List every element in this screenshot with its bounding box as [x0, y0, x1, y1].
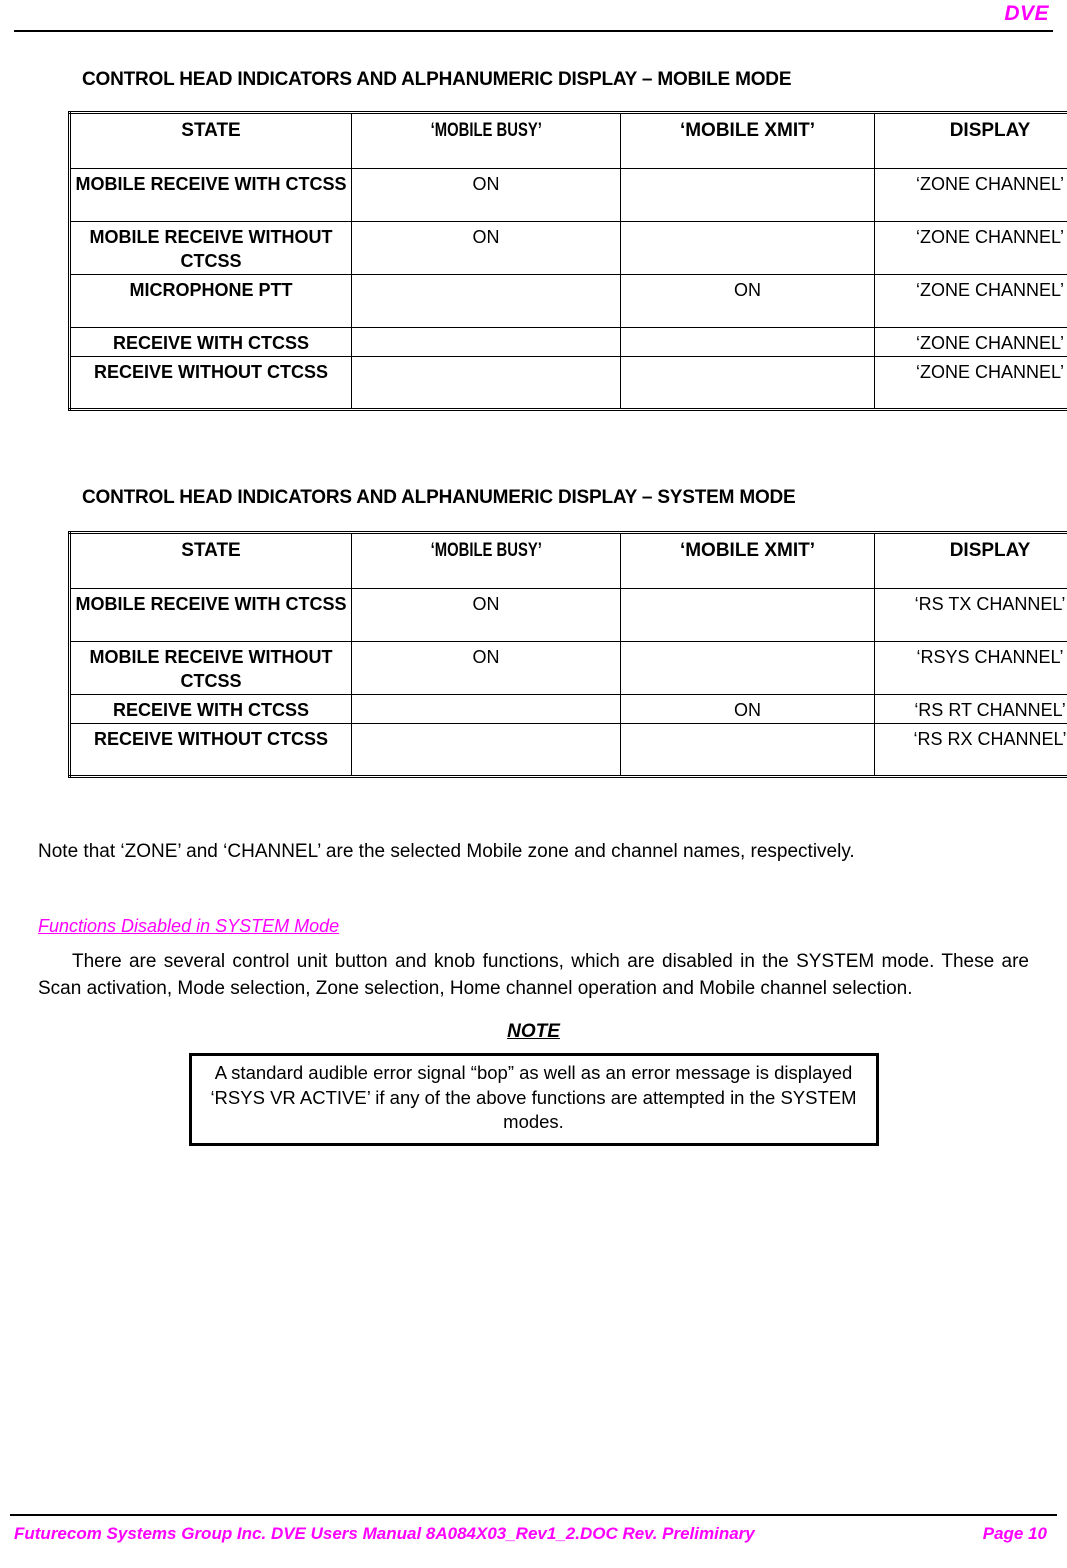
system-mode-table-wrapper: STATE ‘MOBILE BUSY’ ‘MOBILE XMIT’ DISPLA…: [68, 530, 1067, 778]
cell-display: ‘ZONE CHANNEL’: [874, 168, 1067, 222]
section-title-mobile-mode: CONTROL HEAD INDICATORS AND ALPHANUMERIC…: [82, 69, 792, 90]
cell-state: RECEIVE WITH CTCSS: [69, 693, 352, 724]
table-row: RECEIVE WITH CTCSS ON ‘RS RT CHANNEL’: [69, 693, 1067, 724]
cell-display: ‘RS TX CHANNEL’: [874, 587, 1067, 642]
cell-display: ‘ZONE CHANNEL’: [874, 221, 1067, 275]
cell-state: RECEIVE WITH CTCSS: [69, 327, 352, 357]
cell-mobile-busy: ON: [351, 221, 621, 275]
column-header-mobile-xmit: ‘MOBILE XMIT’: [620, 112, 875, 169]
cell-mobile-xmit: ON: [620, 274, 875, 328]
footer-text-row: Futurecom Systems Group Inc. DVE Users M…: [14, 1524, 1053, 1544]
header-brand-label: DVE: [1004, 2, 1049, 25]
cell-mobile-busy: [351, 355, 621, 410]
cell-display: ‘RS RT CHANNEL’: [874, 693, 1067, 724]
column-header-display: DISPLAY: [874, 112, 1067, 169]
table-header-row: STATE ‘MOBILE BUSY’ ‘MOBILE XMIT’ DISPLA…: [69, 531, 1067, 589]
column-header-state: STATE: [69, 112, 352, 169]
page-content: CONTROL HEAD INDICATORS AND ALPHANUMERIC…: [0, 40, 1067, 1146]
column-header-mobile-busy: ‘MOBILE BUSY’: [351, 531, 621, 589]
mobile-mode-table: STATE ‘MOBILE BUSY’ ‘MOBILE XMIT’ DISPLA…: [68, 111, 1067, 411]
note-callout-box: A standard audible error signal “bop” as…: [188, 1053, 879, 1146]
header-divider: [14, 30, 1053, 32]
cell-state: MICROPHONE PTT: [69, 274, 352, 328]
table-row: MICROPHONE PTT ON ‘ZONE CHANNEL’: [69, 274, 1067, 328]
cell-state: MOBILE RECEIVE WITHOUT CTCSS: [69, 640, 352, 695]
cell-state: RECEIVE WITHOUT CTCSS: [69, 355, 352, 410]
section-title-system-mode: CONTROL HEAD INDICATORS AND ALPHANUMERIC…: [82, 486, 796, 508]
cell-state: MOBILE RECEIVE WITH CTCSS: [69, 587, 352, 642]
table-row: MOBILE RECEIVE WITH CTCSS ON ‘RS TX CHAN…: [69, 587, 1067, 642]
column-header-state: STATE: [69, 531, 352, 589]
cell-state: RECEIVE WITHOUT CTCSS: [69, 722, 352, 777]
table-row: MOBILE RECEIVE WITH CTCSS ON ‘ZONE CHANN…: [69, 168, 1067, 222]
cell-display: ‘ZONE CHANNEL’: [874, 274, 1067, 328]
cell-mobile-busy: [351, 693, 621, 724]
cell-mobile-busy: [351, 274, 621, 328]
cell-mobile-xmit: [620, 355, 875, 410]
subheading-functions-disabled: Functions Disabled in SYSTEM Mode: [38, 916, 340, 937]
cell-mobile-busy: ON: [351, 168, 621, 222]
table-row: RECEIVE WITH CTCSS ‘ZONE CHANNEL’: [69, 327, 1067, 357]
footer-divider: [10, 1514, 1057, 1516]
cell-mobile-xmit: [620, 587, 875, 642]
page-header: DVE: [0, 0, 1067, 40]
column-header-mobile-xmit: ‘MOBILE XMIT’: [620, 531, 875, 589]
table-row: RECEIVE WITHOUT CTCSS ‘ZONE CHANNEL’: [69, 355, 1067, 410]
cell-display: ‘ZONE CHANNEL’: [874, 355, 1067, 410]
cell-mobile-xmit: [620, 168, 875, 222]
cell-mobile-busy: ON: [351, 587, 621, 642]
table-row: RECEIVE WITHOUT CTCSS ‘RS RX CHANNEL’: [69, 722, 1067, 777]
table-row: MOBILE RECEIVE WITHOUT CTCSS ON ‘ZONE CH…: [69, 221, 1067, 275]
cell-state: MOBILE RECEIVE WITHOUT CTCSS: [69, 221, 352, 275]
disabled-functions-paragraph: There are several control unit button an…: [38, 951, 1029, 1000]
cell-mobile-xmit: [620, 221, 875, 275]
cell-mobile-busy: [351, 327, 621, 357]
mobile-mode-table-wrapper: STATE ‘MOBILE BUSY’ ‘MOBILE XMIT’ DISPLA…: [68, 111, 1067, 411]
cell-display: ‘RS RX CHANNEL’: [874, 722, 1067, 777]
footer-page-number: Page 10: [982, 1524, 1047, 1543]
column-header-display: DISPLAY: [874, 531, 1067, 589]
footer-document-info: Futurecom Systems Group Inc. DVE Users M…: [14, 1524, 755, 1543]
column-header-mobile-busy: ‘MOBILE BUSY’: [351, 112, 621, 169]
cell-mobile-xmit: [620, 722, 875, 777]
page-footer: Futurecom Systems Group Inc. DVE Users M…: [0, 1506, 1067, 1568]
system-mode-table: STATE ‘MOBILE BUSY’ ‘MOBILE XMIT’ DISPLA…: [68, 530, 1067, 778]
table-header-row: STATE ‘MOBILE BUSY’ ‘MOBILE XMIT’ DISPLA…: [69, 112, 1067, 169]
note-heading: NOTE: [507, 1021, 560, 1043]
cell-mobile-xmit: [620, 640, 875, 695]
cell-mobile-xmit: [620, 327, 875, 357]
cell-display: ‘RSYS CHANNEL’: [874, 640, 1067, 695]
zone-channel-note: Note that ‘ZONE’ and ‘CHANNEL’ are the s…: [38, 840, 855, 862]
cell-state: MOBILE RECEIVE WITH CTCSS: [69, 168, 352, 222]
cell-display: ‘ZONE CHANNEL’: [874, 327, 1067, 357]
cell-mobile-xmit: ON: [620, 693, 875, 724]
table-row: MOBILE RECEIVE WITHOUT CTCSS ON ‘RSYS CH…: [69, 640, 1067, 695]
cell-mobile-busy: ON: [351, 640, 621, 695]
cell-mobile-busy: [351, 722, 621, 777]
